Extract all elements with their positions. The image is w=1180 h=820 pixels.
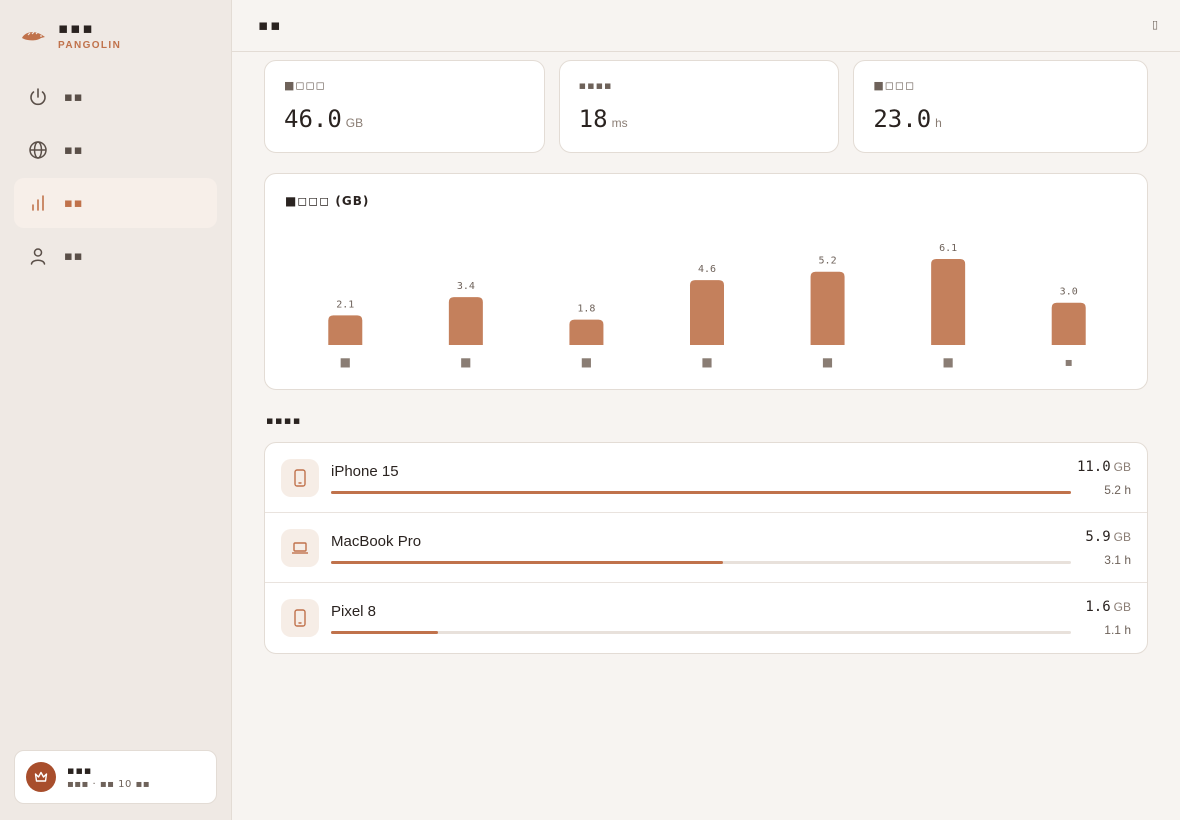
chart-category-label: ■: [701, 355, 712, 369]
chart-value-label: 4.6: [698, 264, 716, 275]
device-usage-bar: [331, 631, 1071, 634]
stat-card-latency: ▪▪▪▪ 18 ms: [558, 60, 840, 153]
page-title: ▪▪: [258, 16, 283, 34]
brand[interactable]: ▪▪▪ PANGOLIN: [20, 18, 121, 51]
device-data-value: 11.0: [1076, 459, 1111, 475]
stat-value: 23.0: [873, 105, 932, 133]
chart-category-label: ▪: [1065, 355, 1073, 369]
pangolin-logo-icon: [22, 31, 45, 41]
brand-subtitle: PANGOLIN: [58, 40, 122, 51]
stat-label: ▪▪▪▪: [578, 79, 613, 92]
device-time: 3.1 h: [1104, 553, 1131, 567]
device-icon-wrap: [281, 459, 319, 497]
device-icon-wrap: [281, 529, 319, 567]
nav-item-stats[interactable]: ▪▪: [14, 178, 217, 228]
device-row[interactable]: iPhone 15 11.0 GB 5.2 h: [265, 443, 1147, 513]
stat-unit: GB: [345, 116, 364, 130]
account-card[interactable]: ▪▪▪ ▪▪▪ · ▪▪ 10 ▪▪: [14, 750, 217, 804]
device-data-value: 1.6: [1085, 599, 1111, 615]
device-usage-fill: [331, 561, 724, 564]
device-list: iPhone 15 11.0 GB 5.2 h MacBook Pro 5.9 …: [264, 442, 1148, 654]
device-icon-wrap: [281, 599, 319, 637]
account-name: ▪▪▪: [67, 764, 93, 777]
device-time: 1.1 h: [1104, 623, 1131, 637]
nav-label-stats: ▪▪: [64, 195, 84, 211]
power-icon: [30, 88, 46, 106]
stat-unit: h: [935, 116, 942, 130]
top-header: ▪▪ ▯: [232, 0, 1180, 52]
chart-bar: [1051, 302, 1086, 345]
device-name: MacBook Pro: [331, 533, 422, 550]
device-data-unit: GB: [1113, 460, 1131, 474]
chart-value-label: 5.2: [819, 256, 837, 267]
chart-bar: [448, 297, 483, 345]
chart-category-label: ■: [581, 355, 592, 369]
main-content: ■◻◻◻ 46.0 GB ▪▪▪▪ 18 ms ■◻◻◻ 23.0 h ■◻◻◻…: [264, 60, 1148, 654]
chart-bar: [569, 319, 604, 345]
stat-card-hours: ■◻◻◻ 23.0 h: [853, 60, 1148, 153]
chart-category-label: ■: [460, 355, 471, 369]
chart-value-label: 6.1: [939, 243, 957, 254]
stat-value: 18: [578, 105, 608, 133]
device-row[interactable]: MacBook Pro 5.9 GB 3.1 h: [265, 513, 1147, 583]
chart-value-label: 2.1: [336, 299, 354, 310]
device-data-unit: GB: [1113, 530, 1131, 544]
chart-category-label: ■: [942, 355, 953, 369]
crown-icon: [34, 771, 48, 782]
account-subtitle: ▪▪▪ · ▪▪ 10 ▪▪: [67, 779, 151, 790]
stat-card-data: ■◻◻◻ 46.0 GB: [264, 60, 545, 153]
phone-icon: [294, 609, 306, 627]
chart-value-label: 1.8: [577, 304, 595, 315]
chart-bar: [328, 315, 363, 345]
chart-bar: [690, 280, 724, 345]
nav-item-user[interactable]: ▪▪: [14, 231, 217, 281]
devices-section-title: ▪▪▪▪: [266, 414, 302, 427]
laptop-icon: [292, 542, 308, 554]
chart-category-label: ■: [340, 355, 351, 369]
nav-label-user: ▪▪: [64, 248, 84, 264]
stat-label: ■◻◻◻: [873, 79, 916, 92]
device-usage-bar: [331, 561, 1071, 564]
chart-bar: [931, 259, 966, 345]
chart-value-label: 3.0: [1060, 287, 1078, 298]
chart-bar: [810, 271, 845, 345]
phone-icon: [294, 469, 306, 487]
device-name: iPhone 15: [331, 463, 399, 480]
sidebar-nav: ▪▪ ▪▪ ▪▪ ▪▪: [14, 72, 217, 284]
brand-title: ▪▪▪: [58, 19, 95, 37]
sidebar: ▪▪▪ PANGOLIN ▪▪ ▪▪ ▪▪ ▪▪ ▪▪▪ ▪▪▪ · ▪▪ 10…: [0, 0, 232, 820]
stat-label: ■◻◻◻: [284, 79, 326, 92]
device-data-value: 5.9: [1085, 529, 1111, 545]
device-time: 5.2 h: [1104, 483, 1131, 497]
nav-item-power[interactable]: ▪▪: [14, 72, 217, 122]
bar-chart-icon: [32, 195, 44, 211]
device-usage-fill: [331, 491, 1071, 494]
nav-label-power: ▪▪: [64, 89, 84, 105]
nav-label-globe: ▪▪: [64, 142, 84, 158]
device-usage-fill: [331, 631, 439, 634]
stat-value: 46.0: [284, 105, 342, 133]
user-icon: [30, 248, 46, 265]
stats-row: ■◻◻◻ 46.0 GB ▪▪▪▪ 18 ms ■◻◻◻ 23.0 h: [264, 60, 1148, 153]
header-action-icon[interactable]: ▯: [1152, 18, 1158, 31]
nav-item-globe[interactable]: ▪▪: [14, 125, 217, 175]
usage-chart-card: ■◻◻◻ (GB) 2.1 ■ 3.4 ■ 1.8 ■ 4.6 ■ 5.2 ■ 6.1 ■ 3.0 ▪: [264, 173, 1148, 390]
chart-value-label: 3.4: [457, 281, 475, 292]
globe-icon: [29, 141, 47, 159]
device-data-unit: GB: [1113, 600, 1131, 614]
chart-category-label: ■: [822, 355, 833, 369]
usage-bar-chart: 2.1 ■ 3.4 ■ 1.8 ■ 4.6 ■ 5.2 ■ 6.1 ■ 3.0 ▪: [328, 243, 1086, 369]
device-name: Pixel 8: [331, 603, 377, 620]
device-row[interactable]: Pixel 8 1.6 GB 1.1 h: [265, 583, 1147, 653]
stat-unit: ms: [611, 116, 628, 130]
avatar: [26, 762, 56, 792]
device-usage-bar: [331, 491, 1071, 494]
